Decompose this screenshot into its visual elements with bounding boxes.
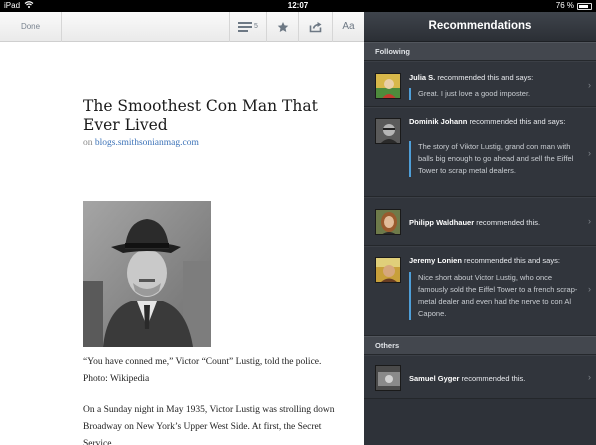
recommendation-item[interactable]: Dominik Johann recommended this and says… xyxy=(364,107,596,197)
star-button[interactable] xyxy=(266,12,298,42)
article-body: On a Sunday night in May 1935, Victor Lu… xyxy=(83,405,335,445)
recommendation-item[interactable]: Samuel Gyger recommended this. › xyxy=(364,355,596,399)
recommend-action: recommended this. xyxy=(461,374,526,383)
battery-icon xyxy=(577,3,592,10)
chevron-right-icon: › xyxy=(588,80,591,90)
recommendation-count: 5 xyxy=(254,23,258,30)
avatar xyxy=(375,209,401,235)
recommender: Dominik Johann recommended this and says… xyxy=(409,116,580,127)
recommender-name: Julia S. xyxy=(409,73,436,82)
recommend-action: recommended this. xyxy=(476,218,541,227)
recommend-action: recommended this and says: xyxy=(437,73,534,82)
recommend-quote: Great. I just love a good imposter. xyxy=(409,88,580,100)
share-button[interactable] xyxy=(298,12,332,42)
font-settings-button[interactable]: Aa xyxy=(332,12,364,42)
recommender: Philipp Waldhauer recommended this. xyxy=(409,217,580,228)
recommender: Samuel Gyger recommended this. xyxy=(409,373,580,384)
recommend-action: recommended this and says: xyxy=(469,117,566,126)
avatar xyxy=(375,118,401,144)
chevron-right-icon: › xyxy=(588,148,591,158)
article-source: on blogs.smithsonianmag.com xyxy=(83,138,199,148)
article-photo xyxy=(83,201,211,347)
avatar xyxy=(375,365,401,391)
recommendations-panel: Recommendations Following Julia S. recom… xyxy=(364,12,596,445)
recommend-quote: Nice short about Victor Lustig, who once… xyxy=(409,272,580,320)
chevron-right-icon: › xyxy=(588,216,591,226)
star-icon xyxy=(277,21,288,32)
chevron-right-icon: › xyxy=(588,372,591,382)
source-link[interactable]: blogs.smithsonianmag.com xyxy=(95,138,199,148)
recommender-name: Dominik Johann xyxy=(409,117,468,126)
recommendations-button[interactable]: 5 xyxy=(229,12,266,42)
clock: 12:07 xyxy=(287,1,309,10)
recommendation-item[interactable]: Jeremy Lonien recommended this and says:… xyxy=(364,246,596,336)
status-bar: iPad 12:07 76 % xyxy=(0,0,596,12)
recommender-name: Jeremy Lonien xyxy=(409,256,462,265)
recommend-action: recommended this and says: xyxy=(464,256,560,265)
battery-percent: 76 % xyxy=(555,1,574,10)
avatar xyxy=(375,257,401,283)
panel-title: Recommendations xyxy=(364,12,596,42)
section-following: Following xyxy=(364,42,596,61)
recommend-quote: The story of Viktor Lustig, grand con ma… xyxy=(409,141,580,177)
recommendation-item[interactable]: Julia S. recommended this and says: Grea… xyxy=(364,61,596,107)
chevron-right-icon: › xyxy=(588,284,591,294)
share-icon xyxy=(309,22,321,33)
article-title: The Smoothest Con Man That Ever Lived xyxy=(83,97,318,134)
section-others: Others xyxy=(364,336,596,355)
done-button[interactable]: Done xyxy=(0,12,62,42)
recommender: Julia S. recommended this and says: xyxy=(409,72,580,83)
article-panel: Done 5 Aa The Smoothest Con Man That Eve… xyxy=(0,12,364,445)
recommendation-item[interactable]: Philipp Waldhauer recommended this. › xyxy=(364,197,596,246)
recommender-name: Philipp Waldhauer xyxy=(409,218,475,227)
avatar xyxy=(375,73,401,99)
list-icon xyxy=(238,22,252,32)
recommender-name: Samuel Gyger xyxy=(409,374,460,383)
source-prefix: on xyxy=(83,138,93,148)
recommender: Jeremy Lonien recommended this and says: xyxy=(409,255,580,266)
article-toolbar: Done 5 Aa xyxy=(0,12,364,42)
photo-caption: “You have conned me,” Victor “Count” Lus… xyxy=(83,357,322,384)
